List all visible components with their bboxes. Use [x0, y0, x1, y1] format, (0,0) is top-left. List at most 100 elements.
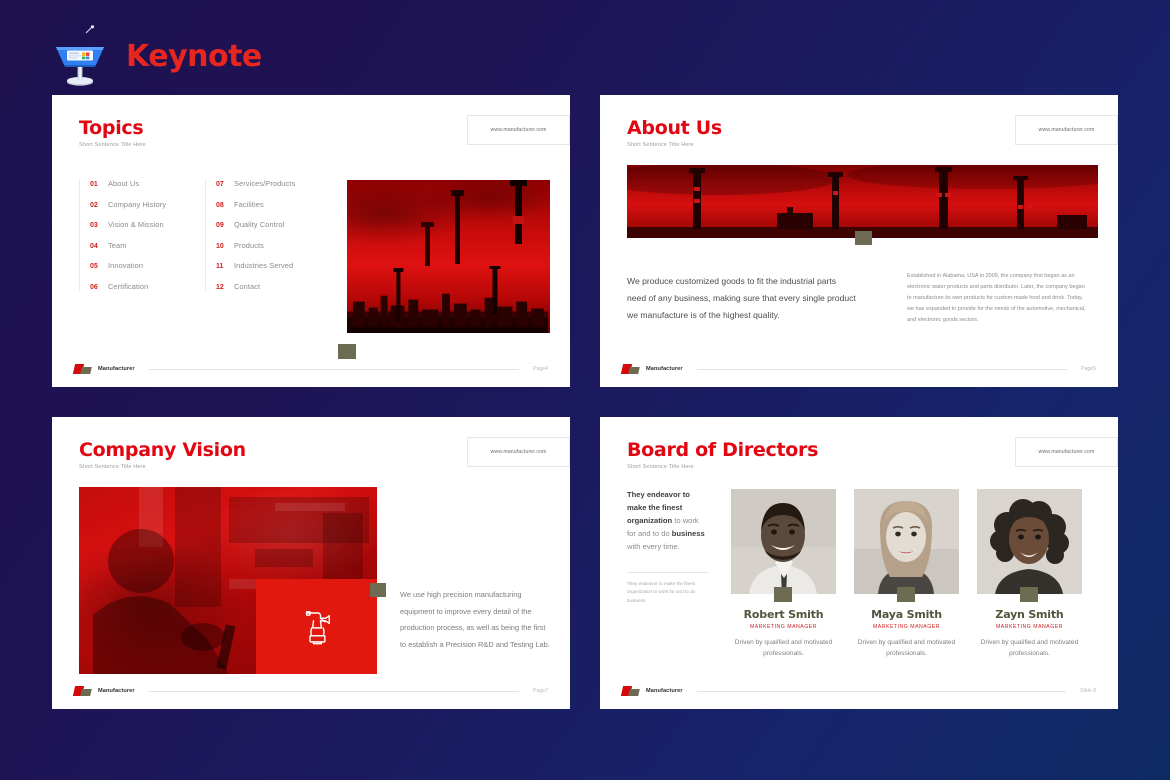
website-url-text: www.manufacturer.com	[490, 449, 547, 455]
list-item[interactable]: 02 Company History	[90, 200, 191, 209]
board-note-text: They endeavor to make the finest organiz…	[627, 581, 696, 603]
topics-list: 01 About Us 02 Company History 03 Vision…	[79, 179, 317, 291]
brand-logo-icon	[620, 364, 640, 374]
brand-name: Manufacturer	[646, 688, 683, 694]
footer-divider	[148, 690, 519, 692]
brand-logo-icon	[620, 686, 640, 696]
directors-list: Robert Smith MARKETING MANAGER Driven by…	[731, 489, 1096, 659]
topic-label: Industries Served	[234, 261, 294, 270]
topic-number: 07	[216, 181, 224, 188]
page-number: Page5	[1080, 366, 1096, 372]
board-lead-text: They endeavor to make the finest organiz…	[627, 490, 705, 551]
list-item[interactable]: 07 Services/Products	[216, 179, 317, 188]
avatar	[977, 489, 1082, 594]
topic-number: 10	[216, 242, 224, 250]
slide-company-vision[interactable]: Company Vision Short Sentence Title Here…	[52, 417, 570, 709]
topic-label: Company History	[108, 199, 167, 209]
page-subtitle: Short Sentence Title Here	[79, 464, 146, 470]
director-name: Robert Smith	[743, 608, 824, 621]
list-item[interactable]: 04 Team	[90, 241, 191, 250]
slide-footer: Manufacturer Page7	[72, 686, 548, 696]
page-subtitle: Short Sentence Title Here	[627, 464, 694, 470]
brand-name: Manufacturer	[98, 688, 135, 694]
list-item[interactable]: 05 Innovation	[90, 261, 191, 270]
brand-logo-icon	[72, 364, 92, 374]
list-item[interactable]: Maya Smith MARKETING MANAGER Driven by q…	[854, 489, 959, 659]
page-title: Board of Directors	[627, 439, 819, 461]
page-number: Slide 8	[1080, 688, 1096, 694]
topic-label: Team	[108, 240, 127, 250]
slide-footer: Manufacturer Slide 8	[620, 686, 1096, 696]
website-url-box[interactable]: www.manufacturer.com	[467, 115, 570, 145]
brand-name: Manufacturer	[646, 366, 683, 372]
page-number: Page4	[532, 366, 548, 372]
list-item[interactable]: 06 Certification	[90, 282, 191, 291]
director-description: Driven by qualified and motivated profes…	[857, 639, 956, 657]
page-number: Page7	[532, 688, 548, 694]
olive-marker	[1020, 587, 1038, 602]
olive-marker	[338, 344, 356, 359]
topic-number: 05	[90, 263, 98, 270]
app-header: Keynote	[52, 22, 262, 90]
avatar	[731, 489, 836, 594]
topic-number: 12	[216, 283, 224, 291]
website-url-box[interactable]: www.manufacturer.com	[1015, 115, 1118, 145]
page-subtitle: Short Sentence Title Here	[79, 142, 146, 148]
director-description: Driven by qualified and motivated profes…	[980, 639, 1079, 657]
vision-icon-panel	[256, 579, 377, 674]
website-url-text: www.manufacturer.com	[490, 127, 547, 133]
topic-label: Facilities	[234, 199, 264, 209]
page-title: About Us	[627, 117, 722, 139]
website-url-box[interactable]: www.manufacturer.com	[1015, 437, 1118, 467]
board-divider	[627, 572, 709, 573]
list-item[interactable]: 10 Products	[216, 241, 317, 250]
topic-label: Certification	[108, 281, 149, 291]
footer-divider	[148, 368, 519, 370]
topics-column-left: 01 About Us 02 Company History 03 Vision…	[79, 179, 191, 291]
topic-number: 09	[216, 222, 224, 229]
keynote-podium-icon	[52, 25, 108, 87]
about-main-paragraph: We produce customized goods to fit the i…	[627, 276, 856, 320]
slide-footer: Manufacturer Page5	[620, 364, 1096, 374]
website-url-text: www.manufacturer.com	[1038, 449, 1095, 455]
topic-number: 01	[90, 181, 98, 188]
topic-label: Products	[234, 240, 264, 250]
footer-divider	[696, 368, 1067, 370]
topic-label: About Us	[108, 179, 140, 188]
page-title: Company Vision	[79, 439, 246, 461]
topic-label: Services/Products	[234, 179, 296, 188]
topic-label: Vision & Mission	[108, 220, 164, 229]
list-item[interactable]: 12 Contact	[216, 282, 317, 291]
slide-about-us[interactable]: About Us Short Sentence Title Here www.m…	[600, 95, 1118, 387]
vision-paragraph: We use high precision manufacturing equi…	[400, 590, 550, 649]
olive-marker	[897, 587, 915, 602]
topic-number: 02	[90, 201, 98, 209]
slide-board-of-directors[interactable]: Board of Directors Short Sentence Title …	[600, 417, 1118, 709]
list-item[interactable]: 11 Industries Served	[216, 261, 317, 270]
footer-divider	[696, 690, 1067, 692]
topic-label: Contact	[234, 281, 261, 291]
director-role: MARKETING MANAGER	[995, 624, 1063, 630]
olive-marker	[774, 587, 792, 602]
about-side-paragraph: Established in Alabama, USA in 2009, the…	[907, 273, 1086, 323]
director-name: Zayn Smith	[995, 608, 1064, 621]
olive-marker	[855, 231, 872, 245]
page-title: Topics	[79, 117, 144, 139]
topics-column-right: 07 Services/Products 08 Facilities 09 Qu…	[205, 179, 317, 291]
slide-topics[interactable]: Topics Short Sentence Title Here www.man…	[52, 95, 570, 387]
topic-label: Quality Control	[234, 220, 285, 229]
list-item[interactable]: Robert Smith MARKETING MANAGER Driven by…	[731, 489, 836, 659]
list-item[interactable]: 01 About Us	[90, 179, 191, 188]
factory-photo	[347, 180, 550, 333]
brand-name: Manufacturer	[98, 366, 135, 372]
website-url-box[interactable]: www.manufacturer.com	[467, 437, 570, 467]
list-item[interactable]: 03 Vision & Mission	[90, 220, 191, 229]
list-item[interactable]: 09 Quality Control	[216, 220, 317, 229]
topic-number: 03	[90, 222, 98, 229]
slides-grid: Topics Short Sentence Title Here www.man…	[52, 95, 1118, 712]
list-item[interactable]: Zayn Smith MARKETING MANAGER Driven by q…	[977, 489, 1082, 659]
slide-footer: Manufacturer Page4	[72, 364, 548, 374]
director-role: MARKETING MANAGER	[749, 624, 817, 630]
list-item[interactable]: 08 Facilities	[216, 200, 317, 209]
industrial-banner-photo	[627, 165, 1098, 238]
